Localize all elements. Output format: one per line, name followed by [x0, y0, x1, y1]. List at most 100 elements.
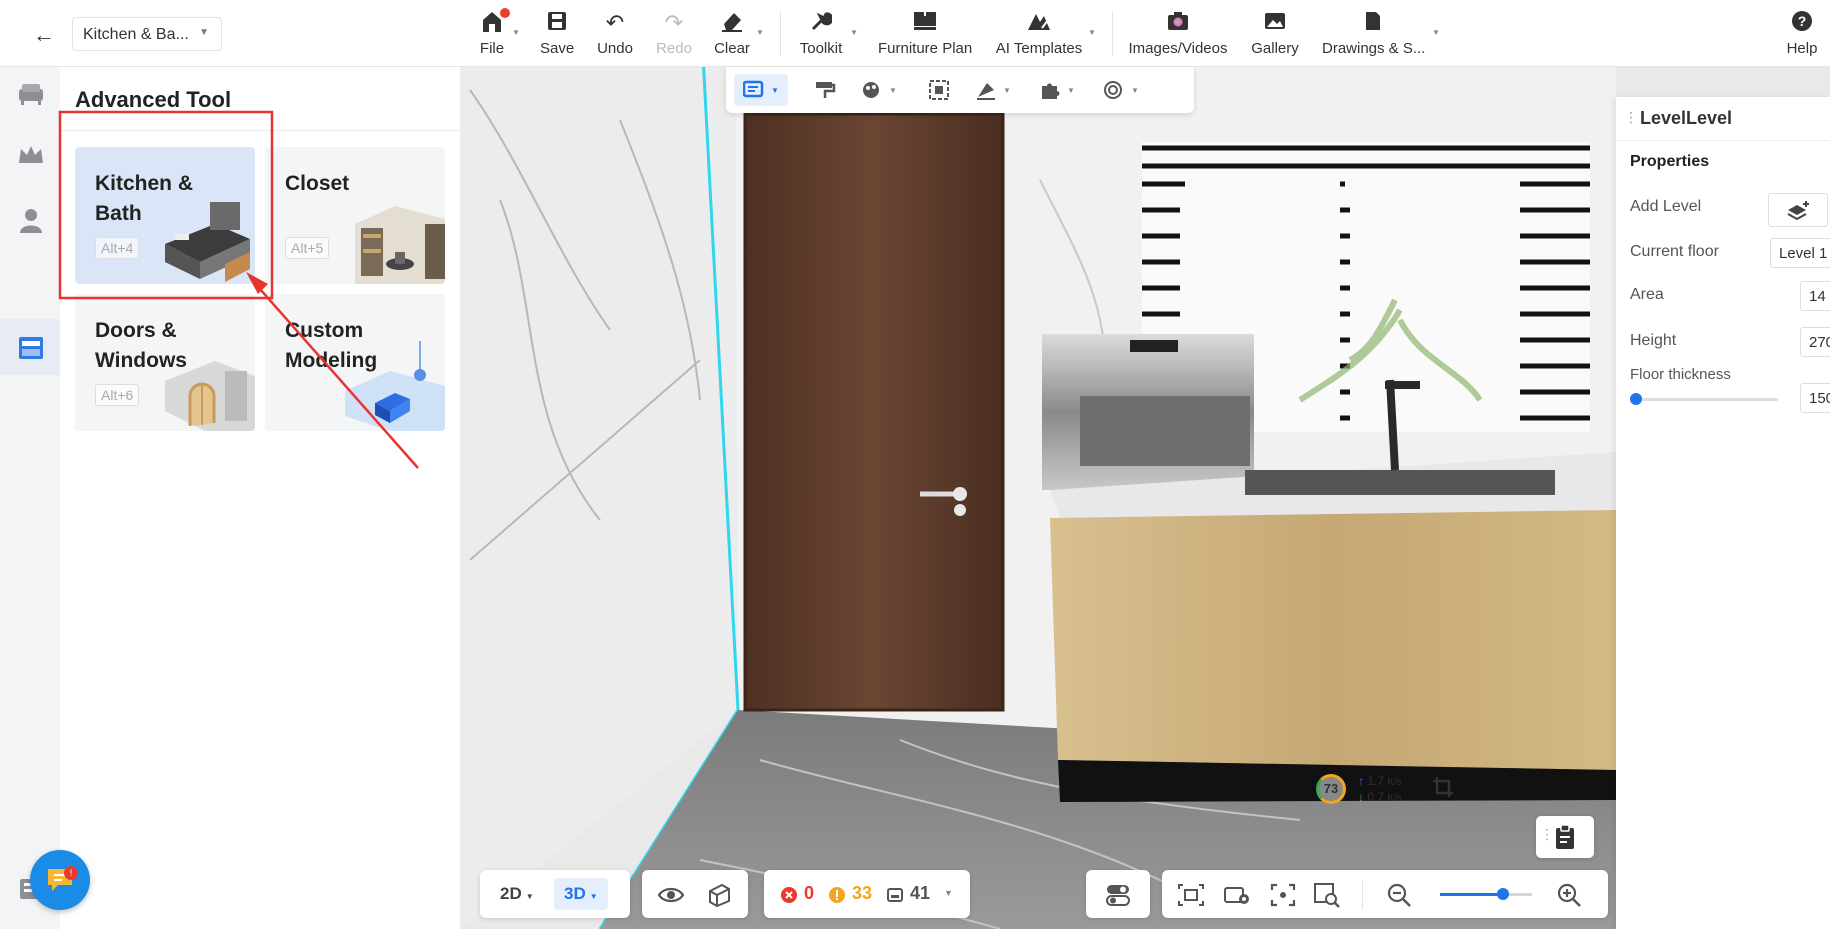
top-toolbar: ← Kitchen & Ba... ▼ File ▼ Save ↶ Undo ↷…: [0, 0, 1830, 67]
status-dropdown-icon[interactable]: ▼: [944, 888, 953, 898]
tool-card-custom-modeling[interactable]: Custom Modeling: [265, 294, 445, 431]
chat-support-button[interactable]: [30, 850, 90, 910]
camera-settings-icon[interactable]: [1222, 880, 1252, 910]
plugin-button[interactable]: ▼: [1030, 74, 1084, 106]
gallery-button[interactable]: Gallery: [1250, 10, 1300, 60]
toolbar-separator: [1362, 880, 1363, 910]
sofa-plan-icon: [878, 10, 972, 36]
select-mode-button[interactable]: ▼: [734, 74, 788, 106]
help-button[interactable]: ? Help: [1784, 10, 1820, 60]
help-label: Help: [1786, 40, 1818, 57]
paint-brush-button[interactable]: [798, 74, 852, 106]
save-button[interactable]: Save: [540, 10, 574, 60]
material-button[interactable]: ▼: [852, 74, 906, 106]
ai-templates-button[interactable]: AI Templates: [994, 10, 1084, 60]
view-3d-button[interactable]: 3D ▼: [554, 878, 608, 910]
cabinet-tool-icon[interactable]: [16, 333, 46, 363]
view-2d-button[interactable]: 2D ▼: [490, 878, 544, 910]
chevron-down-icon: ▼: [1067, 85, 1075, 95]
visibility-group: [642, 870, 748, 918]
eye-icon[interactable]: [656, 880, 686, 910]
file-dropdown-icon[interactable]: ▼: [512, 28, 520, 37]
fit-view-icon[interactable]: [1268, 880, 1298, 910]
wrench-icon: [796, 10, 846, 36]
left-nav-rail: [0, 67, 60, 929]
clear-button[interactable]: Clear: [714, 10, 750, 60]
cube-icon[interactable]: [704, 880, 734, 910]
clear-dropdown-icon[interactable]: ▼: [756, 28, 764, 37]
tool-card-closet[interactable]: Closet Alt+5: [265, 147, 445, 284]
drag-handle-icon[interactable]: ⋮: [1540, 826, 1554, 843]
properties-panel: ⋮⋮ LevelLevel Properties Add Level Curre…: [1616, 97, 1830, 929]
items-count[interactable]: 41: [910, 883, 930, 904]
chevron-down-icon: ▼: [589, 892, 598, 901]
zoom-out-icon[interactable]: [1384, 880, 1414, 910]
properties-title: LevelLevel: [1640, 108, 1733, 128]
back-arrow-icon[interactable]: ←: [24, 22, 64, 48]
chat-notification-badge: !: [64, 866, 78, 880]
focus-frame-button[interactable]: [912, 74, 966, 106]
user-icon[interactable]: [16, 205, 46, 235]
view-3d-label: 3D: [564, 884, 586, 903]
zoom-in-icon[interactable]: [1554, 880, 1584, 910]
drawings-dropdown-icon[interactable]: ▼: [1432, 28, 1440, 37]
puzzle-icon: [1042, 83, 1060, 99]
properties-header[interactable]: ⋮⋮ LevelLevel: [1616, 97, 1830, 141]
tool-card-doors-windows[interactable]: Doors & Windows Alt+6: [75, 294, 255, 431]
performance-indicator: 73 ↑ 1.7 K/s ↓ 0.7 K/s: [1316, 772, 1456, 808]
ai-templates-dropdown-icon[interactable]: ▼: [1088, 28, 1096, 37]
toolkit-dropdown-icon[interactable]: ▼: [850, 28, 858, 37]
add-level-button[interactable]: [1768, 193, 1828, 227]
clear-label: Clear: [714, 40, 750, 57]
floor-thickness-field[interactable]: 150: [1800, 383, 1830, 413]
ai-templates-label: AI Templates: [995, 40, 1083, 57]
floor-thickness-label: Floor thickness: [1630, 366, 1731, 383]
furniture-plan-button[interactable]: Furniture Plan: [878, 10, 972, 60]
chevron-down-icon: ▼: [199, 27, 209, 38]
items-icon[interactable]: [886, 886, 904, 904]
sofa-icon[interactable]: [16, 79, 46, 109]
level-ruler-icon: [977, 83, 996, 100]
floor-thickness-slider[interactable]: [1630, 398, 1778, 401]
view-frame-icon[interactable]: [1176, 880, 1206, 910]
drawings-button[interactable]: Drawings & S...: [1322, 10, 1425, 60]
crown-icon[interactable]: [16, 141, 46, 171]
svg-text:?: ?: [1798, 13, 1807, 29]
current-floor-select[interactable]: Level 1: [1770, 238, 1830, 268]
tool-card-kitchen-bath[interactable]: Kitchen & Bath Alt+4: [75, 147, 255, 284]
zoom-slider-fill: [1440, 893, 1502, 896]
floor-thickness-slider-knob[interactable]: [1630, 393, 1642, 405]
chevron-down-icon: ▼: [771, 85, 779, 95]
view-mode-group: 2D ▼ 3D ▼: [480, 870, 630, 918]
project-select[interactable]: Kitchen & Ba... ▼: [72, 17, 222, 51]
warning-icon[interactable]: [828, 886, 846, 904]
area-field[interactable]: 14: [1800, 281, 1830, 311]
add-level-label: Add Level: [1630, 198, 1702, 215]
paint-roller-icon: [816, 82, 836, 98]
clipboard-icon: [1556, 824, 1574, 849]
gallery-icon: [1250, 10, 1300, 36]
error-icon[interactable]: [780, 886, 798, 904]
images-videos-button[interactable]: Images/Videos: [1128, 10, 1228, 60]
target-icon: [1104, 81, 1123, 99]
zoom-region-icon[interactable]: [1312, 880, 1342, 910]
download-unit: K/s: [1387, 793, 1402, 804]
target-button[interactable]: ▼: [1094, 74, 1148, 106]
download-speed: ↓ 0.7 K/s: [1358, 790, 1402, 804]
save-icon: [540, 10, 574, 36]
crop-icon[interactable]: [1432, 776, 1454, 798]
warning-count[interactable]: 33: [852, 883, 872, 904]
redo-button[interactable]: ↷ Redo: [656, 10, 692, 60]
tool-hotkey: Alt+6: [95, 384, 140, 406]
toggle-settings-icon[interactable]: [1103, 880, 1133, 910]
undo-button[interactable]: ↶ Undo: [596, 10, 634, 60]
error-count[interactable]: 0: [804, 883, 814, 904]
height-field[interactable]: 270: [1800, 327, 1830, 357]
properties-section-title: Properties: [1630, 153, 1710, 170]
gallery-label: Gallery: [1251, 40, 1299, 57]
toolbar-separator: [1112, 12, 1113, 56]
toolkit-button[interactable]: Toolkit: [796, 10, 846, 60]
zoom-slider-knob[interactable]: [1497, 888, 1509, 900]
tool-name: Kitchen & Bath: [95, 172, 194, 225]
level-tool-button[interactable]: ▼: [966, 74, 1020, 106]
